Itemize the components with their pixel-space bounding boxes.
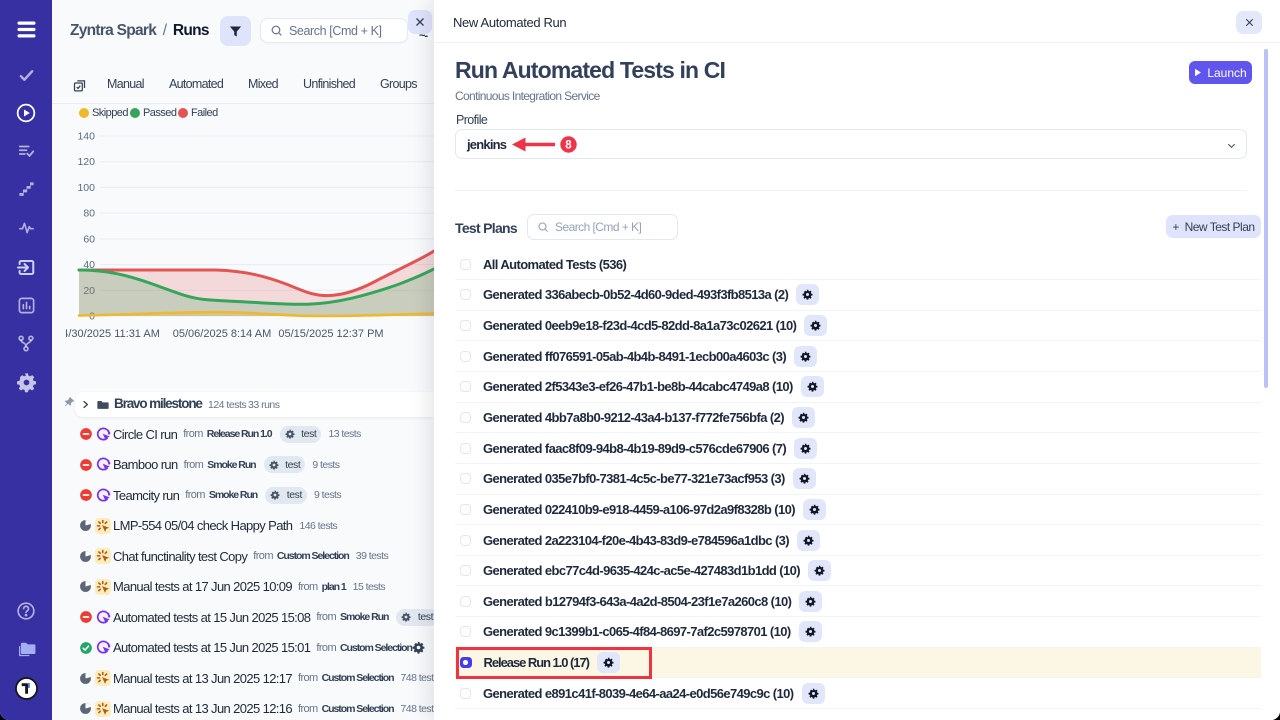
svg-text:120: 120 (77, 156, 95, 168)
svg-text:04/30/2025 11:31 AM: 04/30/2025 11:31 AM (66, 328, 160, 340)
svg-text:05/06/2025 8:14 AM: 05/06/2025 8:14 AM (173, 328, 271, 340)
svg-text:100: 100 (77, 182, 95, 194)
svg-text:05/15/2025 12:37 PM: 05/15/2025 12:37 PM (278, 328, 383, 340)
svg-text:60: 60 (83, 233, 95, 245)
svg-text:80: 80 (83, 208, 95, 220)
svg-text:8: 8 (565, 140, 572, 152)
svg-text:140: 140 (77, 131, 95, 143)
